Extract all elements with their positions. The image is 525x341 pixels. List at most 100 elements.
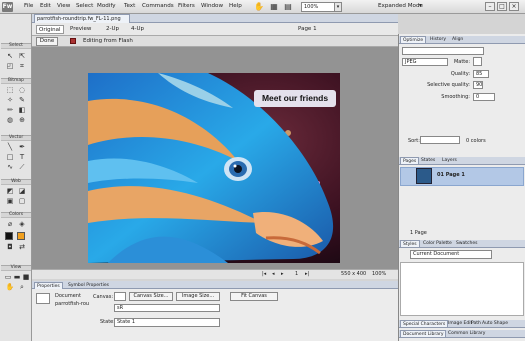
styles-library-select[interactable]: Current Document (410, 250, 492, 259)
document-tab[interactable]: parrotfish-roundtrip.fw_FL-11.png (34, 14, 130, 23)
slice-tool-icon[interactable]: ◪ (17, 187, 27, 195)
full-screen-icon[interactable]: ■ (21, 273, 31, 281)
stamp-tool-icon[interactable]: ⊕ (17, 116, 27, 124)
hide-slices-icon[interactable]: ▣ (5, 197, 15, 205)
pointer-tool-icon[interactable]: ↖ (5, 52, 15, 60)
tab-styles[interactable]: Styles (400, 240, 420, 247)
menu-text[interactable]: Text (124, 3, 135, 9)
quality-label: Quality: (450, 71, 470, 77)
knife-tool-icon[interactable]: ⟋ (17, 163, 27, 171)
menu-view[interactable]: View (57, 3, 70, 9)
status-zoom[interactable]: 100% (372, 271, 386, 277)
rectangle-tool-icon[interactable]: □ (5, 153, 15, 161)
paint-bucket-icon[interactable]: ◈ (17, 220, 27, 228)
default-colors-icon[interactable]: ◘ (5, 243, 15, 251)
tab-history[interactable]: History (428, 36, 448, 43)
menu-help[interactable]: Help (229, 3, 242, 9)
eyedropper-icon[interactable]: ⌀ (5, 220, 15, 228)
original-view-button[interactable]: Original (36, 25, 64, 34)
tab-optimize[interactable]: Optimize (400, 36, 427, 43)
menu-filters[interactable]: Filters (178, 3, 195, 9)
text-tool-icon[interactable]: T (17, 153, 27, 161)
canvas-size-button[interactable]: Canvas Size... (129, 292, 173, 301)
magic-wand-icon[interactable]: ✧ (5, 96, 15, 104)
tab-auto-shape[interactable]: Auto Shape (480, 320, 510, 327)
menu-modify[interactable]: Modify (97, 3, 116, 9)
tab-states[interactable]: States (419, 157, 437, 164)
tab-color-palette[interactable]: Color Palette (421, 240, 454, 247)
done-button[interactable]: Done (36, 37, 58, 46)
crop-tool-icon[interactable]: ⌗ (17, 62, 27, 70)
quality-field[interactable]: 85 (473, 70, 489, 78)
preset-select[interactable] (402, 47, 484, 55)
object-name: parrotfish-rou (55, 301, 90, 307)
image-size-button[interactable]: Image Size... (176, 292, 220, 301)
pen-tool-icon[interactable]: ✒ (17, 143, 27, 151)
value-field[interactable]: sR (114, 304, 220, 312)
page-selector[interactable]: Page 1 (298, 25, 317, 34)
scale-tool-icon[interactable]: ◰ (5, 62, 15, 70)
menu-edit[interactable]: Edit (40, 3, 51, 9)
layout-icon[interactable]: ▤ (283, 2, 293, 12)
tab-align[interactable]: Align (450, 36, 465, 43)
matte-swatch[interactable] (473, 57, 482, 66)
format-select[interactable]: JPEG (402, 58, 448, 66)
four-up-view-label: 4-Up (131, 26, 145, 32)
canvas-color-swatch[interactable] (114, 292, 126, 301)
tab-special-characters[interactable]: Special Characters (400, 320, 449, 327)
fit-canvas-button[interactable]: Fit Canvas (230, 292, 278, 301)
preview-view-button[interactable]: Preview (68, 25, 93, 34)
minimize-icon[interactable]: – (485, 2, 495, 11)
tab-styles-label: Styles (403, 242, 417, 247)
four-up-view-button[interactable]: 4-Up (129, 25, 146, 34)
stroke-color-swatch[interactable] (5, 232, 13, 240)
smoothing-select[interactable]: 0 (473, 93, 495, 101)
menu-file[interactable]: File (24, 3, 33, 9)
tab-common-library[interactable]: Common Library (446, 330, 487, 337)
eraser-tool-icon[interactable]: ◧ (17, 106, 27, 114)
workspace-switcher[interactable]: Expanded Mode (378, 3, 423, 9)
selective-quality-field[interactable]: 90 (473, 81, 483, 89)
tab-document-library[interactable]: Document Library (400, 330, 447, 337)
zoom-select[interactable]: 100% (301, 2, 335, 12)
sort-select[interactable] (420, 136, 460, 144)
show-slices-icon[interactable]: ▢ (17, 197, 27, 205)
zoom-tool-icon[interactable]: ⌕ (17, 283, 27, 291)
hand-tool-icon[interactable]: ✋ (5, 283, 15, 291)
brush-tool-icon[interactable]: ✎ (17, 96, 27, 104)
marquee-tool-icon[interactable]: ⬚ (5, 86, 15, 94)
pencil-tool-icon[interactable]: ✏ (5, 106, 15, 114)
swap-colors-icon[interactable]: ⇄ (17, 243, 27, 251)
line-tool-icon[interactable]: ╲ (5, 143, 15, 151)
menu-window[interactable]: Window (201, 3, 223, 9)
next-page-icon[interactable]: ▸| (305, 271, 309, 277)
state-select[interactable]: State 1 (114, 318, 220, 327)
fill-color-swatch[interactable] (17, 232, 25, 240)
two-up-view-button[interactable]: 2-Up (104, 25, 121, 34)
tools-section-web: Web (1, 179, 31, 185)
freeform-tool-icon[interactable]: ∿ (5, 163, 15, 171)
close-icon[interactable]: × (509, 2, 519, 11)
maximize-icon[interactable]: □ (497, 2, 507, 11)
menu-select[interactable]: Select (76, 3, 93, 9)
tab-layers[interactable]: Layers (440, 157, 459, 164)
tools-section-view: View (1, 265, 31, 271)
hand-icon[interactable]: ✋ (254, 2, 264, 12)
tab-properties[interactable]: Properties (34, 282, 63, 289)
prev-page-icon[interactable]: ◂ (272, 271, 275, 277)
chevron-down-icon[interactable]: ▾ (334, 2, 342, 12)
first-page-icon[interactable]: |◂ (262, 271, 266, 277)
menu-commands[interactable]: Commands (142, 3, 174, 9)
hotspot-tool-icon[interactable]: ◩ (5, 187, 15, 195)
chevron-down-icon[interactable]: ▾ (419, 3, 422, 9)
blur-tool-icon[interactable]: ◍ (5, 116, 15, 124)
tab-swatches[interactable]: Swatches (454, 240, 480, 247)
lasso-tool-icon[interactable]: ◌ (17, 86, 27, 94)
subselect-tool-icon[interactable]: ⇱ (17, 52, 27, 60)
overlay-text-label[interactable]: Meet our friends (254, 90, 336, 107)
object-type: Document (55, 293, 81, 299)
tab-pages[interactable]: Pages (400, 157, 420, 164)
grid-icon[interactable]: ▦ (269, 2, 279, 12)
tab-symbol-properties[interactable]: Symbol Properties (66, 282, 111, 289)
play-icon[interactable]: ▸ (281, 271, 284, 277)
